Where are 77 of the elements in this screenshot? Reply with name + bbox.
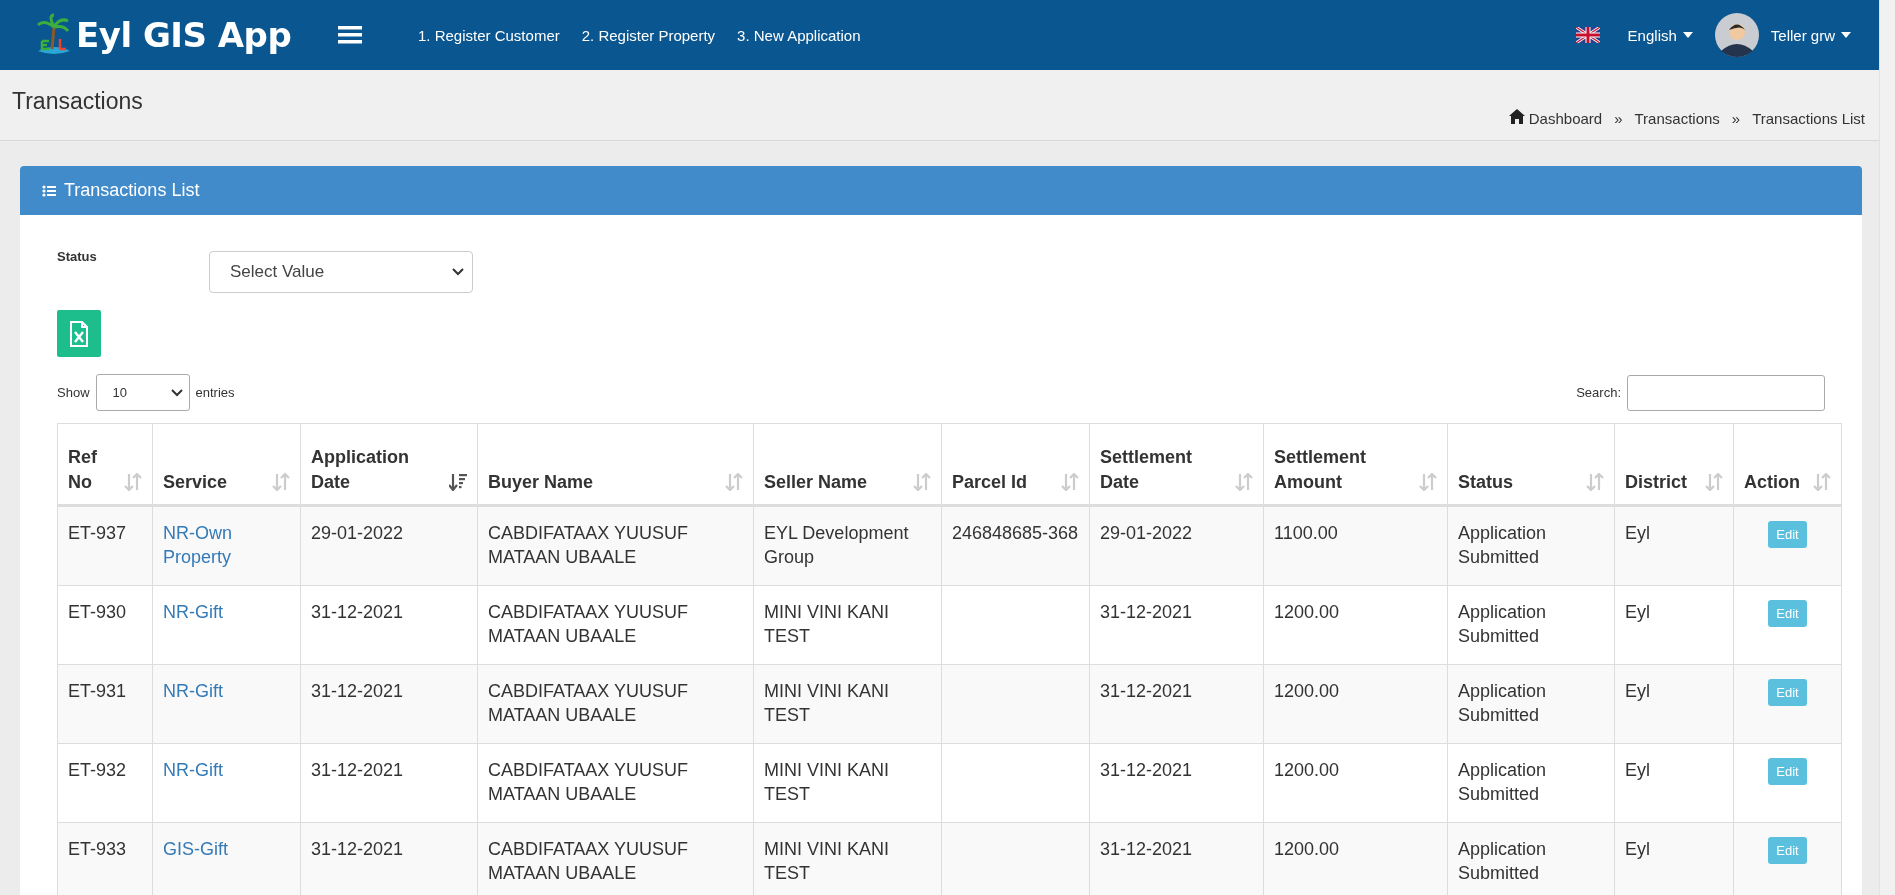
list-icon (42, 184, 56, 197)
table-cell: 31-12-2021 (1089, 664, 1264, 744)
table-cell: 1200.00 (1263, 743, 1448, 823)
sort-arrows-icon (725, 473, 743, 491)
table-cell: 31-12-2021 (1089, 585, 1264, 665)
nav-link[interactable]: 3. New Application (737, 26, 861, 44)
table-cell: Application Submitted (1447, 585, 1615, 665)
table-cell: Application Submitted (1447, 505, 1615, 586)
search-field[interactable] (1627, 374, 1825, 411)
table-cell: CABDIFATAAX YUUSUF MATAAN UBAALE (477, 585, 754, 665)
union-flag-icon (1575, 27, 1600, 43)
sort-arrows-icon (1586, 473, 1604, 491)
table-cell: 246848685-368 (941, 505, 1090, 586)
menu-icon (338, 26, 362, 44)
breadcrumb-separator: » (1614, 110, 1623, 127)
entries-select[interactable]: 10 (95, 374, 190, 411)
breadcrumb-link[interactable]: Dashboard (1528, 110, 1603, 127)
table-cell: ET-933 (57, 822, 153, 895)
table-cell: Eyl (1614, 743, 1734, 823)
excel-file-icon (69, 320, 89, 347)
table-cell: 31-12-2021 (300, 743, 478, 823)
table-cell: MINI VINI KANI TEST (753, 664, 942, 744)
user-avatar-icon (1714, 13, 1759, 57)
table-cell: 31-12-2021 (1089, 743, 1264, 823)
sort-arrows-icon (1813, 473, 1831, 491)
user-menu-dropdown[interactable]: Teller grw (1770, 26, 1851, 44)
table-cell: 1200.00 (1263, 664, 1448, 744)
excel-export-button[interactable] (57, 310, 101, 357)
sort-arrows-icon (1061, 473, 1079, 491)
caret-icon (1682, 32, 1693, 38)
search-label: Search: (1576, 385, 1621, 400)
table-cell: 29-01-2022 (1089, 505, 1264, 586)
table-cell: ET-931 (57, 664, 153, 744)
panel-title: Transactions List (64, 180, 200, 201)
table-cell: ET-930 (57, 585, 153, 665)
breadcrumb-link[interactable]: Transactions List (1752, 110, 1865, 127)
table-cell: 1200.00 (1263, 585, 1448, 665)
table-cell: CABDIFATAAX YUUSUF MATAAN UBAALE (477, 505, 754, 586)
table-cell: CABDIFATAAX YUUSUF MATAAN UBAALE (477, 743, 754, 823)
nav-link[interactable]: 2. Register Property (581, 26, 716, 44)
table-cell: MINI VINI KANI TEST (753, 585, 942, 665)
sort-arrows-icon (1235, 473, 1253, 491)
scrollbar[interactable] (1879, 0, 1895, 895)
status-label: Status (57, 249, 98, 264)
sort-arrows-icon (272, 473, 290, 491)
entries-label: entries (195, 385, 235, 400)
home-icon (1508, 109, 1525, 124)
table-cell: ET-932 (57, 743, 153, 823)
breadcrumb-separator: » (1731, 110, 1741, 127)
sort-arrows-icon (124, 473, 142, 491)
breadcrumb-link[interactable]: Transactions (1634, 110, 1720, 127)
table-cell: Eyl (1614, 505, 1734, 586)
show-label: Show (57, 385, 90, 400)
table-cell: 1100.00 (1263, 505, 1448, 586)
table-cell: EYL Development Group (753, 505, 942, 586)
page-title: Transactions (12, 88, 143, 116)
caret-icon (1841, 32, 1851, 38)
sort-arrows-icon (1419, 473, 1437, 491)
sort-arrows-icon (1705, 473, 1723, 491)
language-dropdown[interactable]: English (1627, 26, 1693, 44)
chevron-down-icon (170, 388, 183, 397)
chevron-down-icon (452, 268, 464, 276)
nav-link[interactable]: 1. Register Customer (418, 26, 560, 44)
status-select[interactable]: Select Value (209, 251, 473, 293)
table-cell: MINI VINI KANI TEST (753, 743, 942, 823)
table-cell: 29-01-2022 (300, 505, 478, 586)
table-cell: ET-937 (57, 505, 153, 586)
table-cell: Application Submitted (1447, 743, 1615, 823)
app-logo-text[interactable]: Eyl GIS App (76, 15, 292, 55)
table-cell: Eyl (1614, 585, 1734, 665)
table-cell: 31-12-2021 (300, 664, 478, 744)
table-cell: Eyl (1614, 664, 1734, 744)
table-cell: 31-12-2021 (300, 585, 478, 665)
table-cell: Application Submitted (1447, 664, 1615, 744)
sort-descending-icon (449, 473, 467, 491)
table-cell: CABDIFATAAX YUUSUF MATAAN UBAALE (477, 664, 754, 744)
sort-arrows-icon (913, 473, 931, 491)
